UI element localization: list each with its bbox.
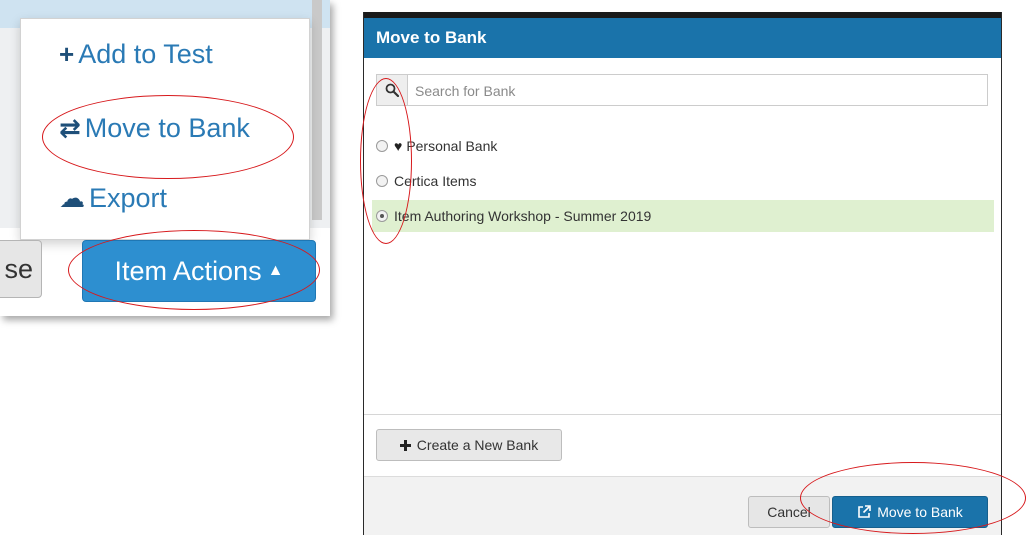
bank-option-workshop[interactable]: Item Authoring Workshop - Summer 2019	[372, 200, 994, 232]
bank-search-box[interactable]	[376, 74, 988, 106]
bank-search-input[interactable]	[413, 78, 977, 104]
plus-icon: +	[59, 39, 75, 69]
move-to-bank-modal: Move to Bank ♥ Personal Bank Certica Ite…	[363, 12, 1002, 535]
bank-option-certica[interactable]: Certica Items	[372, 165, 994, 197]
menu-item-move-to-bank[interactable]: ⇄ Move to Bank	[59, 113, 250, 144]
external-link-icon	[858, 505, 871, 518]
bank-option-personal[interactable]: ♥ Personal Bank	[372, 130, 994, 162]
modal-header: Move to Bank	[364, 18, 1001, 58]
cancel-button[interactable]: Cancel	[748, 496, 830, 528]
caret-up-icon: ▲	[267, 262, 284, 279]
cloud-download-icon: ☁	[59, 183, 85, 213]
item-actions-screenshot: + Add to Test ⇄ Move to Bank ☁ Export se…	[0, 0, 330, 316]
create-new-bank-button[interactable]: Create a New Bank	[376, 429, 562, 461]
bank-option-label: Personal Bank	[406, 138, 498, 154]
radio-button[interactable]	[376, 140, 388, 152]
modal-footer: Cancel Move to Bank	[364, 476, 1001, 535]
menu-item-add-to-test[interactable]: + Add to Test	[59, 39, 213, 70]
plus-icon	[399, 439, 411, 451]
modal-divider	[364, 414, 1001, 415]
search-icon	[377, 75, 408, 105]
item-actions-menu: + Add to Test ⇄ Move to Bank ☁ Export	[20, 18, 310, 240]
exchange-arrows-icon: ⇄	[59, 113, 81, 143]
modal-title: Move to Bank	[376, 28, 487, 47]
menu-item-label: Move to Bank	[84, 113, 250, 143]
bank-option-label: Certica Items	[394, 173, 477, 189]
menu-item-label: Add to Test	[78, 39, 213, 69]
move-to-bank-button[interactable]: Move to Bank	[832, 496, 988, 528]
radio-button-checked[interactable]	[376, 210, 388, 222]
menu-item-label: Export	[89, 183, 168, 213]
cancel-label: Cancel	[767, 504, 811, 520]
radio-button[interactable]	[376, 175, 388, 187]
bank-option-label: Item Authoring Workshop - Summer 2019	[394, 208, 652, 224]
item-actions-label: Item Actions	[114, 255, 262, 286]
heart-icon: ♥	[394, 138, 403, 154]
scrollbar[interactable]	[312, 0, 322, 220]
close-button[interactable]: se	[0, 240, 42, 298]
menu-item-export[interactable]: ☁ Export	[59, 183, 167, 214]
close-button-label: se	[4, 253, 33, 284]
move-to-bank-label: Move to Bank	[877, 504, 963, 520]
create-new-bank-label: Create a New Bank	[416, 437, 539, 453]
item-actions-button[interactable]: Item Actions ▲	[82, 240, 316, 302]
